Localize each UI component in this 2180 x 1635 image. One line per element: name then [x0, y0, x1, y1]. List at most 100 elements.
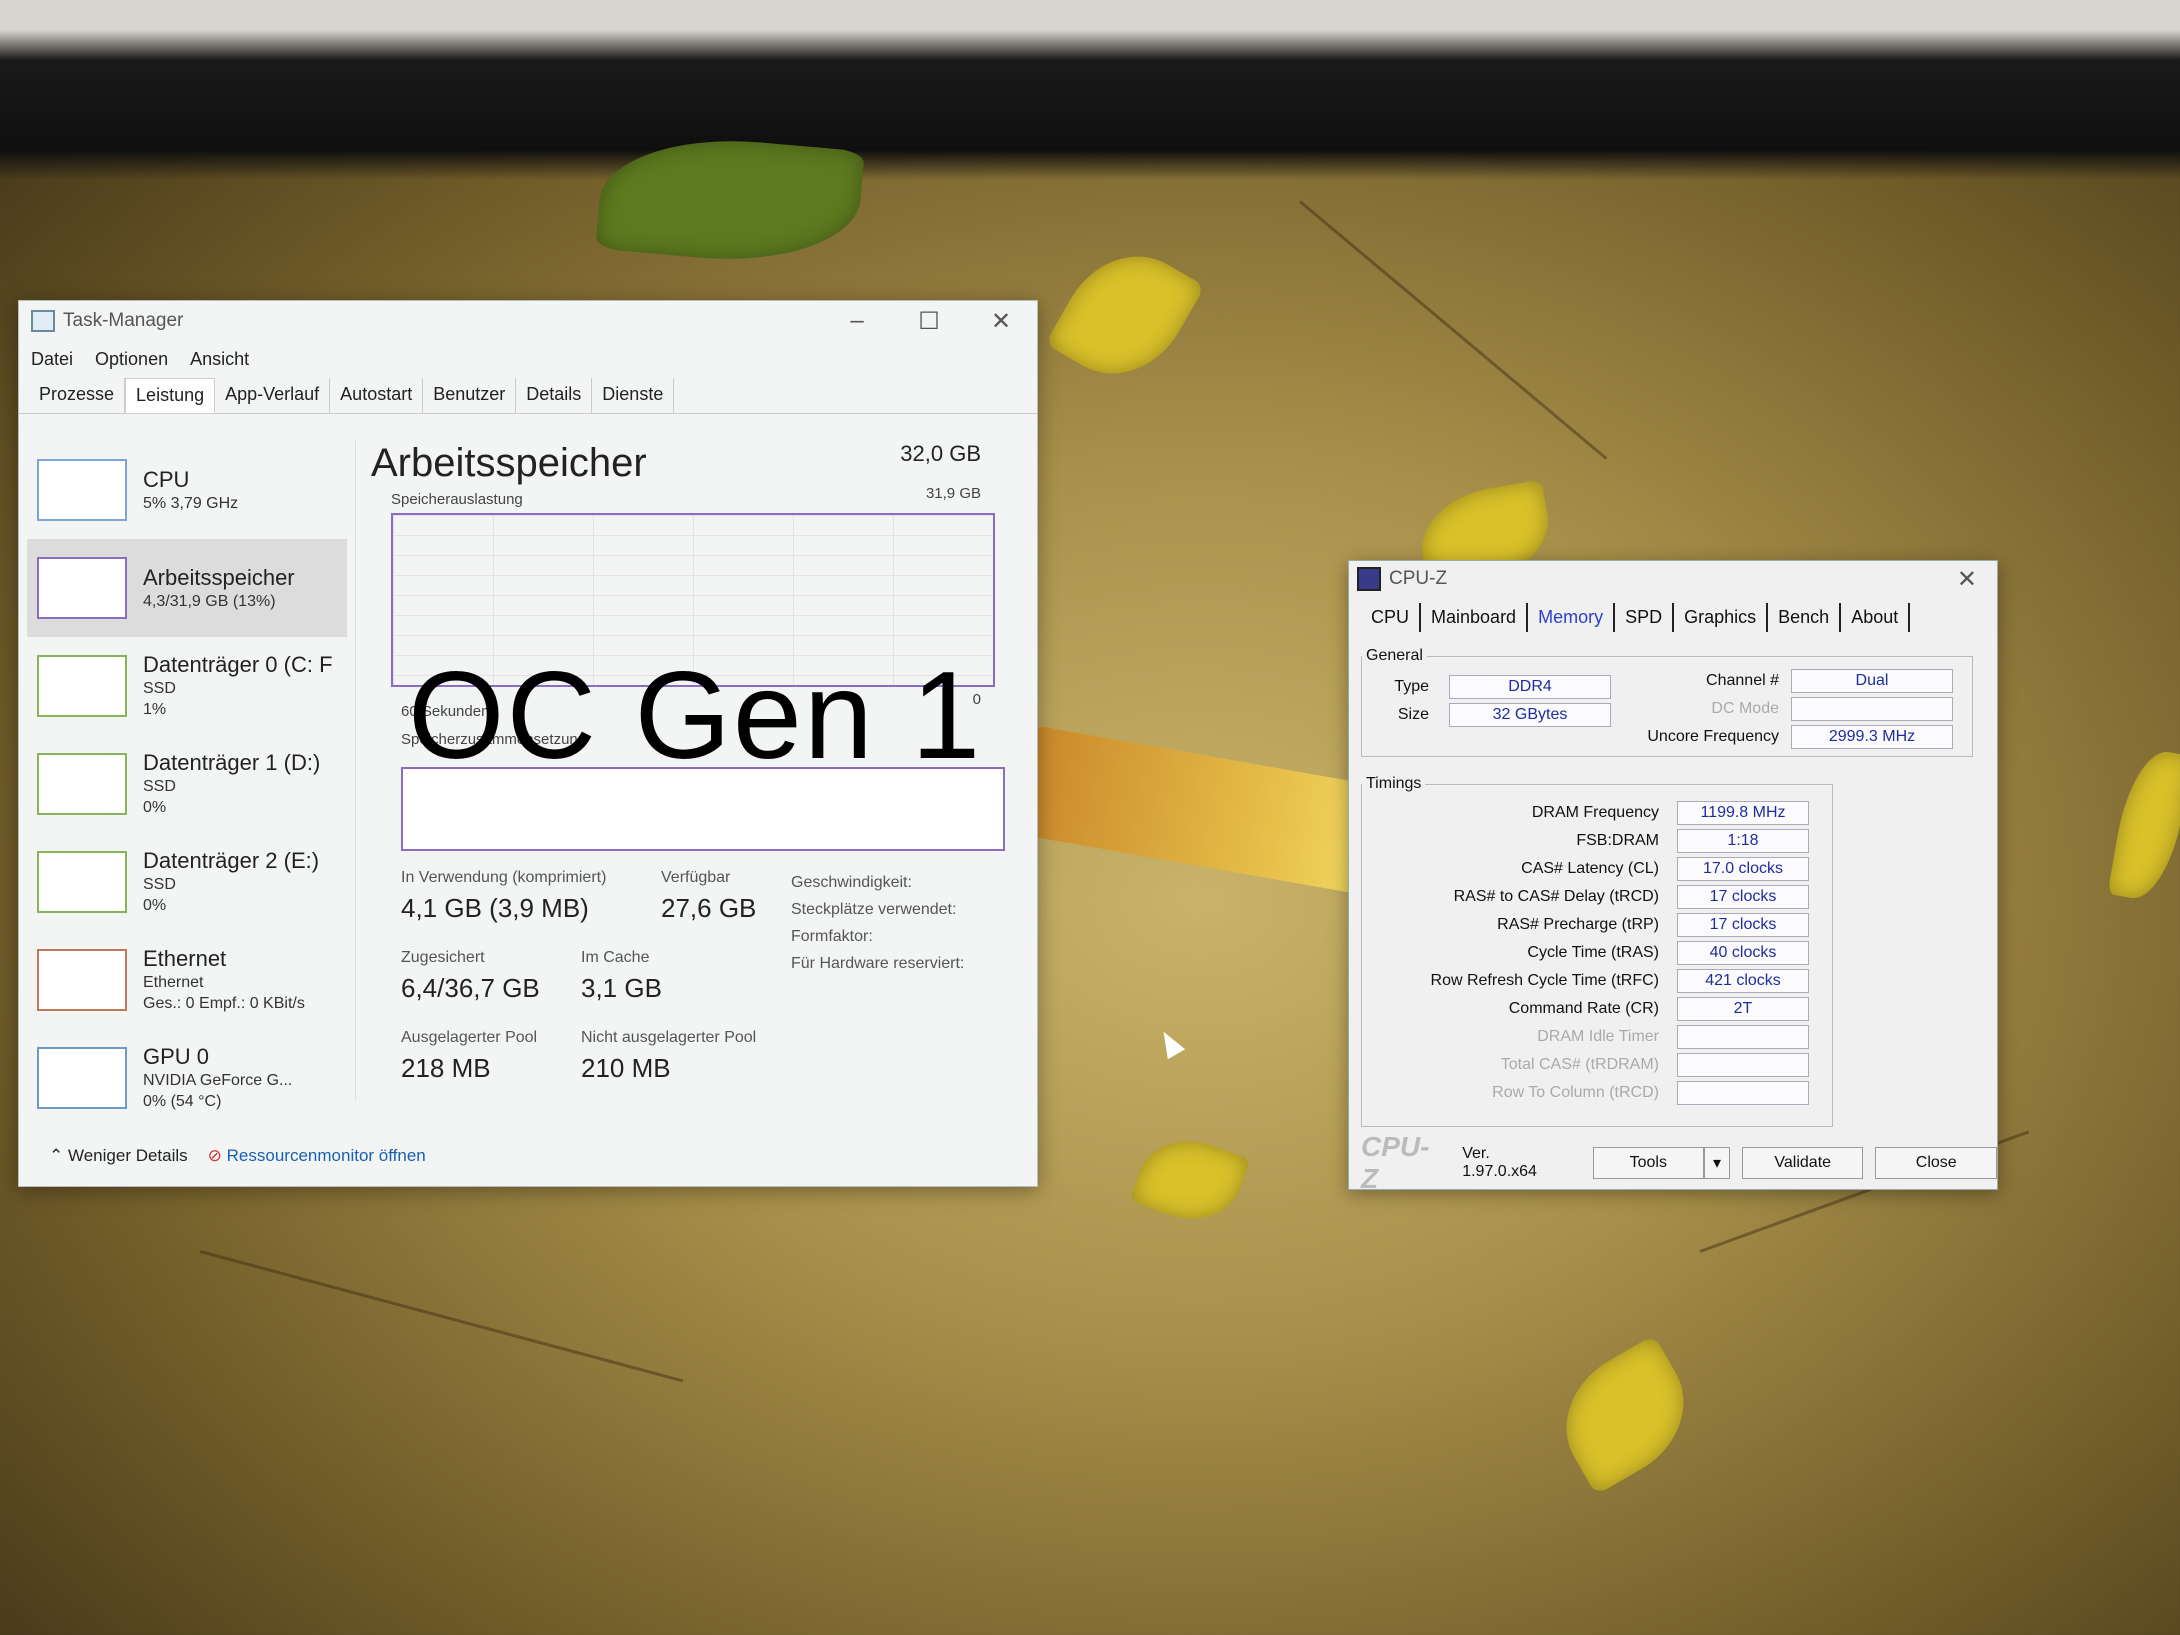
resource-monitor-link[interactable]: ⊘ Ressourcenmonitor öffnen: [208, 1146, 426, 1166]
dcmode-value: [1791, 697, 1953, 721]
task-manager-icon: [31, 310, 55, 332]
stat-label: Verfügbar: [661, 869, 731, 886]
timing-value: 17 clocks: [1677, 885, 1809, 909]
tab-app-verlauf[interactable]: App-Verlauf: [215, 378, 331, 413]
version-label: Ver. 1.97.0.x64: [1462, 1145, 1537, 1180]
stat-value: 4,1 GB (3,9 MB): [401, 893, 589, 923]
tab-bench[interactable]: Bench: [1768, 603, 1842, 632]
timing-value: 40 clocks: [1677, 941, 1809, 965]
timing-value: 2T: [1677, 997, 1809, 1021]
timing-row: DRAM Idle Timer: [1369, 1023, 1809, 1051]
stat-in-use: In Verwendung (komprimiert) 4,1 GB (3,9 …: [401, 869, 606, 924]
tab-spd[interactable]: SPD: [1615, 603, 1675, 632]
tools-button[interactable]: Tools: [1592, 1147, 1705, 1179]
size-label: Size: [1397, 706, 1429, 723]
tab-memory[interactable]: Memory: [1528, 603, 1616, 632]
channel-label: Channel #: [1706, 672, 1779, 689]
timing-label: Command Rate (CR): [1508, 1000, 1659, 1017]
sidebar-item-label: Datenträger 2 (E:): [143, 848, 320, 873]
sidebar-item-sub: SSD: [143, 778, 176, 795]
sidebar-item-sub: SSD: [143, 876, 176, 893]
sidebar-item-sub: Ges.: 0 Empf.: 0 KBit/s: [143, 995, 305, 1012]
timing-row: DRAM Frequency 1199.8 MHz: [1369, 799, 1809, 827]
tools-dropdown-arrow-icon[interactable]: ▾: [1704, 1147, 1730, 1179]
stat-value: 27,6 GB: [661, 893, 757, 923]
menu-optionen[interactable]: Optionen: [95, 349, 168, 370]
menu-bar: Datei Optionen Ansicht: [19, 341, 1037, 378]
tab-autostart[interactable]: Autostart: [330, 378, 424, 413]
sidebar-item-cpu[interactable]: CPU 5% 3,79 GHz: [27, 441, 347, 539]
sidebar-item-sub: NVIDIA GeForce G...: [143, 1072, 293, 1089]
disk2-thumbnail-graph: [37, 851, 127, 913]
stat-value: 210 MB: [581, 1053, 671, 1083]
channel-value: Dual: [1791, 669, 1953, 693]
sidebar-item-disk0[interactable]: Datenträger 0 (C: F SSD 1%: [27, 637, 347, 735]
type-value: DDR4: [1449, 675, 1611, 699]
bottom-bar: CPU-Z Ver. 1.97.0.x64 Tools ▾ Validate C…: [1349, 1131, 1997, 1194]
cpuz-logo: CPU-Z: [1361, 1131, 1430, 1194]
stat-nonpaged-pool: Nicht ausgelagerter Pool 210 MB: [581, 1029, 756, 1084]
cpuz-icon: [1357, 567, 1381, 591]
tab-bar: Prozesse Leistung App-Verlauf Autostart …: [19, 378, 1037, 414]
menu-ansicht[interactable]: Ansicht: [190, 349, 249, 370]
tab-cpu[interactable]: CPU: [1361, 603, 1422, 632]
maximize-button[interactable]: ☐: [893, 301, 965, 341]
stat-value: 6,4/36,7 GB: [401, 973, 540, 1003]
tab-details[interactable]: Details: [516, 378, 593, 413]
gpu-thumbnail-graph: [37, 1047, 127, 1109]
sidebar-item-label: Datenträger 1 (D:): [143, 750, 321, 775]
close-button[interactable]: Close: [1875, 1147, 1997, 1179]
timing-row: RAS# to CAS# Delay (tRCD) 17 clocks: [1369, 883, 1809, 911]
sidebar-item-gpu[interactable]: GPU 0 NVIDIA GeForce G... 0% (54 °C): [27, 1029, 347, 1127]
sidebar-item-sub: 5% 3,79 GHz: [143, 494, 239, 512]
sidebar-item-sub: 0%: [143, 799, 167, 816]
fewer-details-link[interactable]: ⌃ Weniger Details: [49, 1146, 188, 1166]
memory-detail-panel: Arbeitsspeicher 32,0 GB Speicherauslastu…: [371, 441, 1011, 1083]
timing-label: Cycle Time (tRAS): [1527, 944, 1659, 961]
resource-monitor-icon: ⊘: [207, 1146, 222, 1165]
sidebar-item-memory[interactable]: Arbeitsspeicher 4,3/31,9 GB (13%): [27, 539, 347, 637]
tab-mainboard[interactable]: Mainboard: [1421, 603, 1529, 632]
timing-row: RAS# Precharge (tRP) 17 clocks: [1369, 911, 1809, 939]
timing-label: CAS# Latency (CL): [1521, 860, 1659, 877]
sidebar-item-disk1[interactable]: Datenträger 1 (D:) SSD 0%: [27, 735, 347, 833]
usage-graph-max: 31,9 GB: [925, 485, 981, 502]
type-label: Type: [1394, 678, 1429, 695]
uncore-value: 2999.3 MHz: [1791, 725, 1953, 749]
memory-thumbnail-graph: [37, 557, 127, 619]
tab-benutzer[interactable]: Benutzer: [423, 378, 517, 413]
sidebar-item-label: Ethernet: [143, 946, 227, 971]
sidebar-item-sub: SSD: [143, 680, 176, 697]
menu-datei[interactable]: Datei: [31, 349, 73, 370]
size-row: Size 32 GBytes: [1369, 703, 1611, 727]
cpu-thumbnail-graph: [37, 459, 127, 521]
dcmode-label: DC Mode: [1711, 700, 1779, 717]
timing-row: FSB:DRAM 1:18: [1369, 827, 1809, 855]
tab-graphics[interactable]: Graphics: [1674, 603, 1769, 632]
form-factor-label: Formfaktor:: [791, 928, 873, 945]
sidebar-item-ethernet[interactable]: Ethernet Ethernet Ges.: 0 Empf.: 0 KBit/…: [27, 931, 347, 1029]
tab-leistung[interactable]: Leistung: [125, 378, 216, 413]
monitor-bezel: [0, 0, 2180, 180]
type-row: Type DDR4: [1369, 675, 1611, 699]
timing-row: Total CAS# (tRDRAM): [1369, 1051, 1809, 1079]
footer: ⌃ Weniger Details ⊘ Ressourcenmonitor öf…: [49, 1146, 426, 1166]
sidebar-item-disk2[interactable]: Datenträger 2 (E:) SSD 0%: [27, 833, 347, 931]
minimize-button[interactable]: –: [821, 301, 893, 341]
title-bar: CPU-Z: [1349, 561, 1997, 597]
stat-committed: Zugesichert 6,4/36,7 GB: [401, 949, 540, 1004]
stat-cached: Im Cache 3,1 GB: [581, 949, 662, 1004]
timing-row: Row To Column (tRCD): [1369, 1079, 1809, 1107]
timing-label: DRAM Idle Timer: [1537, 1028, 1659, 1045]
stat-label: Zugesichert: [401, 949, 485, 966]
close-button[interactable]: ✕: [965, 301, 1037, 341]
sidebar-item-sub: 1%: [143, 701, 167, 718]
speed-label: Geschwindigkeit:: [791, 874, 912, 891]
stat-available: Verfügbar 27,6 GB: [661, 869, 756, 924]
tab-prozesse[interactable]: Prozesse: [29, 378, 126, 413]
close-icon[interactable]: ✕: [1957, 565, 1977, 594]
validate-button[interactable]: Validate: [1741, 1147, 1864, 1179]
tab-dienste[interactable]: Dienste: [592, 378, 675, 413]
tab-about[interactable]: About: [1841, 603, 1911, 632]
mouse-cursor-icon: [1154, 1026, 1186, 1060]
